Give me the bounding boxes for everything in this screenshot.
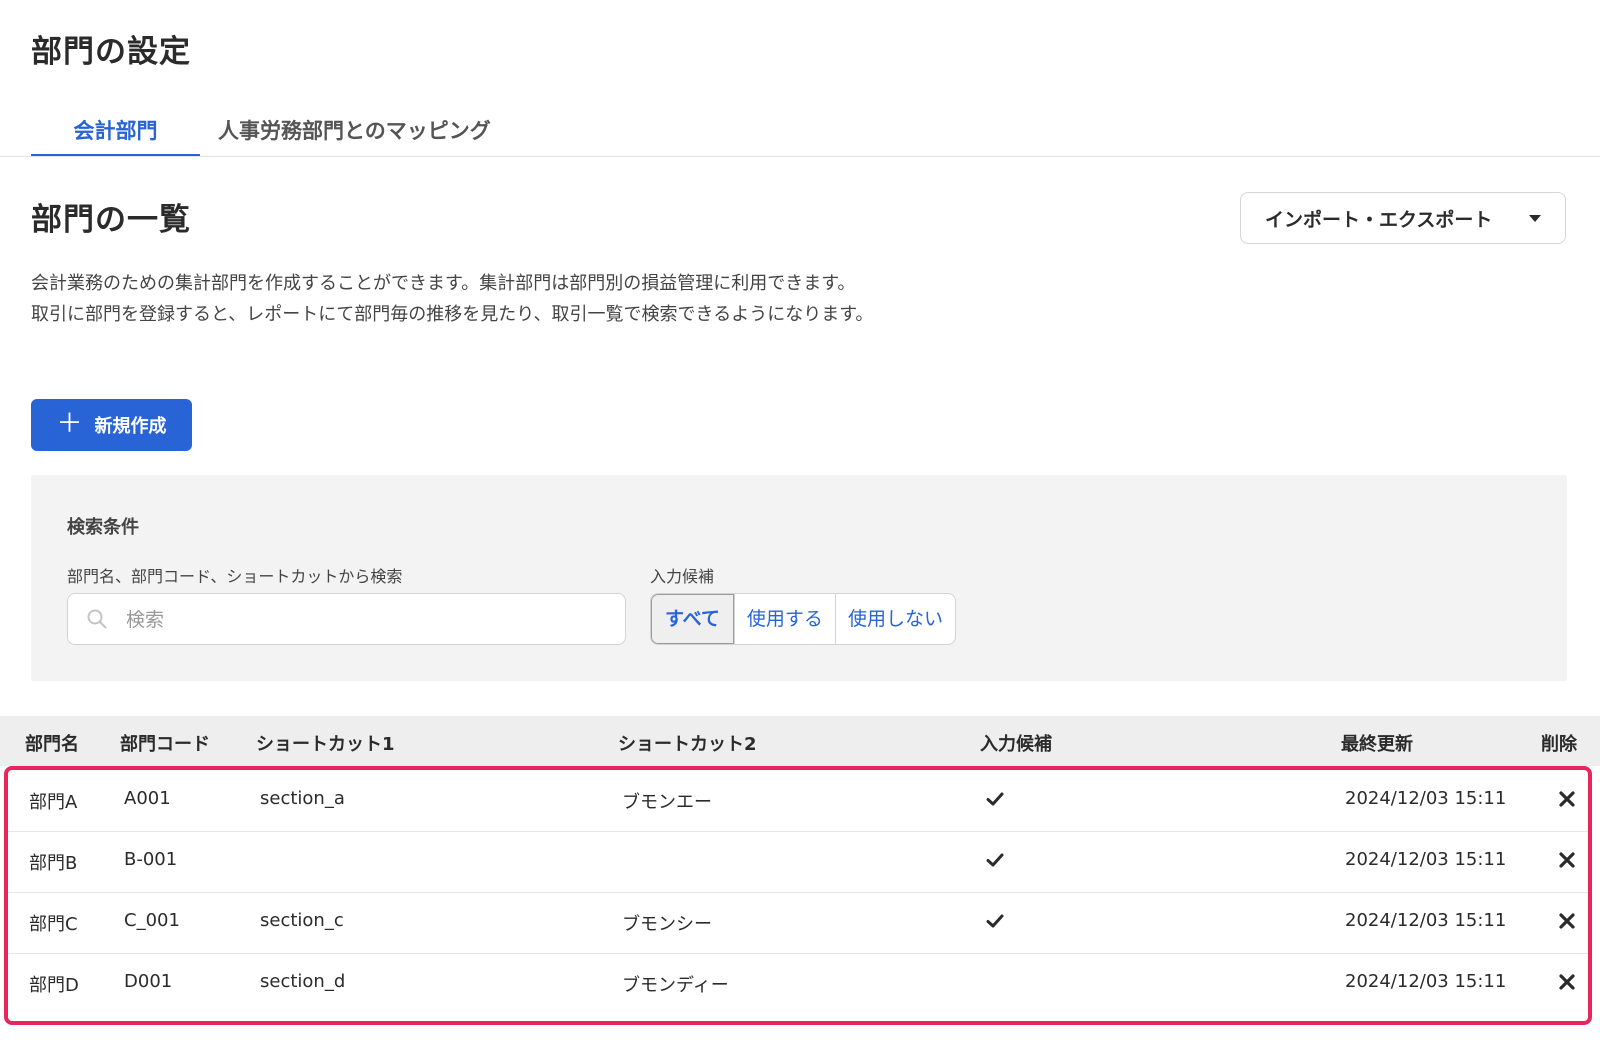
search-box xyxy=(67,593,626,645)
column-header-delete: 削除 xyxy=(1541,734,1577,755)
chevron-down-icon xyxy=(1529,215,1541,222)
cell-code: A001 xyxy=(124,788,171,809)
table-row[interactable]: 部門A A001 section_a ブモンエー 2024/12/03 15:1… xyxy=(8,770,1588,832)
close-icon[interactable] xyxy=(1558,790,1576,808)
column-header-updated: 最終更新 xyxy=(1341,734,1413,755)
cell-name: 部門A xyxy=(29,792,78,813)
candidate-filter-not-use[interactable]: 使用しない xyxy=(834,594,955,644)
cell-name: 部門B xyxy=(29,853,78,874)
candidate-filter-label: 入力候補 xyxy=(650,567,715,586)
cell-shortcut2: ブモンシー xyxy=(622,914,712,935)
search-field-label: 部門名、部門コード、ショートカットから検索 xyxy=(67,567,403,586)
section-title: 部門の一覧 xyxy=(31,202,191,238)
cell-updated: 2024/12/03 15:11 xyxy=(1345,788,1507,809)
table-header: 部門名 部門コード ショートカット1 ショートカット2 入力候補 最終更新 削除 xyxy=(0,716,1600,766)
search-heading: 検索条件 xyxy=(67,517,139,538)
description-line: 取引に部門を登録すると、レポートにて部門毎の推移を見たり、取引一覧で検索できるよ… xyxy=(31,304,874,325)
table-row[interactable]: 部門D D001 section_d ブモンディー 2024/12/03 15:… xyxy=(8,953,1588,1015)
cell-code: C_001 xyxy=(124,910,180,931)
check-icon xyxy=(986,853,1004,867)
column-header-shortcut2: ショートカット2 xyxy=(618,734,757,755)
search-icon xyxy=(87,609,107,629)
cell-code: B-001 xyxy=(124,849,178,870)
page-title: 部門の設定 xyxy=(31,34,191,70)
tab-hr-mapping[interactable]: 人事労務部門とのマッピング xyxy=(218,108,491,156)
candidate-filter-all[interactable]: すべて xyxy=(651,594,734,644)
cell-updated: 2024/12/03 15:11 xyxy=(1345,849,1507,870)
cell-code: D001 xyxy=(124,971,173,992)
cell-updated: 2024/12/03 15:11 xyxy=(1345,971,1507,992)
cell-shortcut1: section_a xyxy=(260,788,345,809)
create-new-button[interactable]: ＋ 新規作成 xyxy=(31,399,192,451)
import-export-dropdown[interactable]: インポート・エクスポート xyxy=(1240,192,1566,244)
create-new-label: 新規作成 xyxy=(94,416,167,437)
tab-accounting-sections[interactable]: 会計部門 xyxy=(31,108,200,156)
candidate-filter-segment: すべて 使用する 使用しない xyxy=(650,593,956,645)
candidate-filter-use[interactable]: 使用する xyxy=(733,594,835,644)
table-rows-highlight: 部門A A001 section_a ブモンエー 2024/12/03 15:1… xyxy=(4,766,1592,1025)
close-icon[interactable] xyxy=(1558,912,1576,930)
table-row[interactable]: 部門B B-001 2024/12/03 15:11 xyxy=(8,831,1588,893)
cell-shortcut1: section_c xyxy=(260,910,344,931)
column-header-name: 部門名 xyxy=(25,734,79,755)
cell-shortcut2: ブモンディー xyxy=(622,975,729,996)
check-icon xyxy=(986,792,1004,806)
search-panel: 検索条件 部門名、部門コード、ショートカットから検索 入力候補 すべて 使用する… xyxy=(31,475,1567,681)
cell-shortcut1: section_d xyxy=(260,971,346,992)
cell-name: 部門D xyxy=(29,975,79,996)
plus-icon: ＋ xyxy=(56,408,83,439)
close-icon[interactable] xyxy=(1558,973,1576,991)
column-header-shortcut1: ショートカット1 xyxy=(256,734,395,755)
cell-updated: 2024/12/03 15:11 xyxy=(1345,910,1507,931)
import-export-label: インポート・エクスポート xyxy=(1265,208,1493,231)
column-header-code: 部門コード xyxy=(120,734,210,755)
tab-bar: 会計部門 人事労務部門とのマッピング xyxy=(0,108,1600,157)
cell-shortcut2: ブモンエー xyxy=(622,792,712,813)
table-row[interactable]: 部門C C_001 section_c ブモンシー 2024/12/03 15:… xyxy=(8,892,1588,954)
section-description: 会計業務のための集計部門を作成することができます。集計部門は部門別の損益管理に利… xyxy=(31,268,873,330)
cell-name: 部門C xyxy=(29,914,78,935)
column-header-candidate: 入力候補 xyxy=(980,734,1052,755)
description-line: 会計業務のための集計部門を作成することができます。集計部門は部門別の損益管理に利… xyxy=(31,273,856,294)
check-icon xyxy=(986,914,1004,928)
search-input[interactable] xyxy=(124,602,608,638)
close-icon[interactable] xyxy=(1558,851,1576,869)
